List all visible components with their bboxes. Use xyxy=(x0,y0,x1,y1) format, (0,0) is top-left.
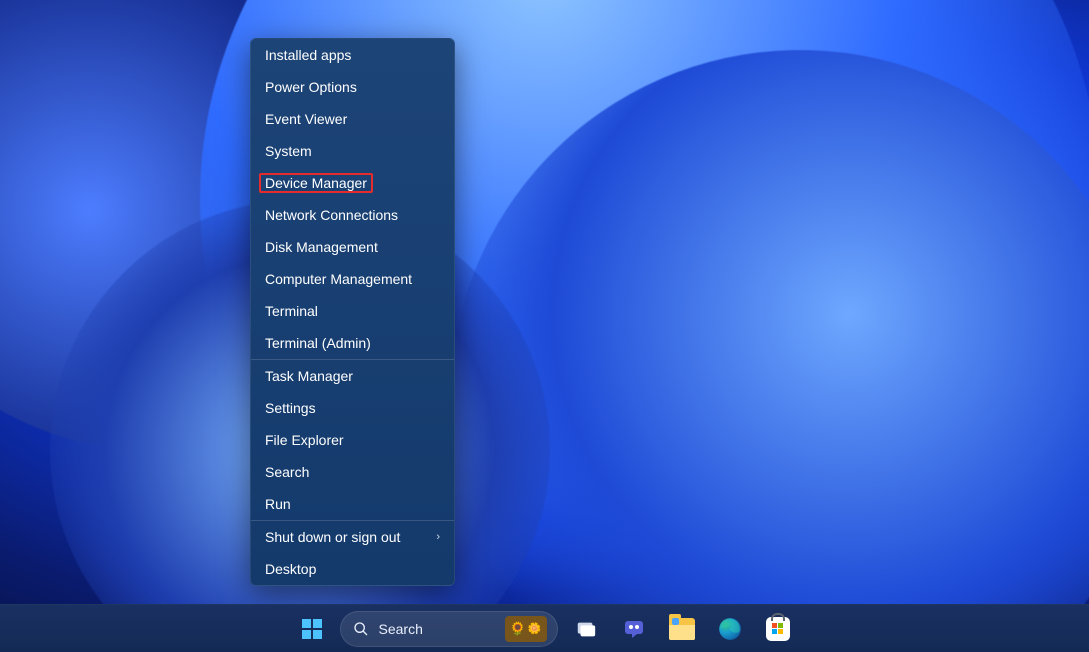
menu-item-label: Run xyxy=(265,496,291,512)
menu-item-label: Desktop xyxy=(265,561,316,577)
chat-button[interactable] xyxy=(614,609,654,649)
menu-item-disk-management[interactable]: Disk Management xyxy=(251,231,454,263)
task-view-button[interactable] xyxy=(566,609,606,649)
search-placeholder: Search xyxy=(379,621,495,637)
taskbar: Search 🌻 🌼 xyxy=(0,604,1089,652)
menu-item-label: Task Manager xyxy=(265,368,353,384)
menu-item-settings[interactable]: Settings xyxy=(251,392,454,424)
menu-item-terminal[interactable]: Terminal xyxy=(251,295,454,327)
menu-item-event-viewer[interactable]: Event Viewer xyxy=(251,103,454,135)
menu-item-search[interactable]: Search xyxy=(251,456,454,488)
windows-logo-icon xyxy=(300,617,324,641)
menu-item-shut-down-or-sign-out[interactable]: Shut down or sign out › xyxy=(251,521,454,553)
menu-item-label: Installed apps xyxy=(265,47,351,63)
menu-item-network-connections[interactable]: Network Connections xyxy=(251,199,454,231)
menu-item-power-options[interactable]: Power Options xyxy=(251,71,454,103)
file-explorer-button[interactable] xyxy=(662,609,702,649)
desktop-wallpaper xyxy=(0,0,1089,652)
menu-item-label: Search xyxy=(265,464,309,480)
menu-item-terminal-admin[interactable]: Terminal (Admin) xyxy=(251,327,454,359)
menu-item-label: Event Viewer xyxy=(265,111,347,127)
menu-item-desktop[interactable]: Desktop xyxy=(251,553,454,585)
search-icon xyxy=(353,621,369,637)
menu-item-system[interactable]: System xyxy=(251,135,454,167)
winx-context-menu[interactable]: Installed apps Power Options Event Viewer S… xyxy=(250,38,455,586)
menu-item-label: System xyxy=(265,143,312,159)
microsoft-store-button[interactable] xyxy=(758,609,798,649)
menu-item-file-explorer[interactable]: File Explorer xyxy=(251,424,454,456)
chat-icon xyxy=(622,617,646,641)
edge-browser-button[interactable] xyxy=(710,609,750,649)
taskbar-search-box[interactable]: Search 🌻 🌼 xyxy=(340,611,558,647)
menu-item-label: Network Connections xyxy=(265,207,398,223)
menu-item-task-manager[interactable]: Task Manager xyxy=(251,360,454,392)
menu-item-label-highlighted: Device Manager xyxy=(259,173,373,193)
edge-browser-icon xyxy=(717,616,743,642)
menu-item-label: Shut down or sign out xyxy=(265,529,400,545)
start-button[interactable] xyxy=(292,609,332,649)
microsoft-store-icon xyxy=(766,617,790,641)
task-view-icon xyxy=(575,618,597,640)
menu-item-label: File Explorer xyxy=(265,432,344,448)
menu-item-label: Disk Management xyxy=(265,239,378,255)
search-highlight-art: 🌻 🌼 xyxy=(505,616,547,642)
menu-item-label: Terminal xyxy=(265,303,318,319)
menu-item-installed-apps[interactable]: Installed apps xyxy=(251,39,454,71)
menu-item-run[interactable]: Run xyxy=(251,488,454,520)
file-explorer-icon xyxy=(669,618,695,640)
menu-item-label: Terminal (Admin) xyxy=(265,335,371,351)
chevron-right-icon: › xyxy=(436,531,440,543)
menu-item-label: Power Options xyxy=(265,79,357,95)
menu-item-label: Settings xyxy=(265,400,316,416)
menu-item-device-manager[interactable]: Device Manager xyxy=(251,167,454,199)
menu-item-computer-management[interactable]: Computer Management xyxy=(251,263,454,295)
menu-item-label: Computer Management xyxy=(265,271,412,287)
